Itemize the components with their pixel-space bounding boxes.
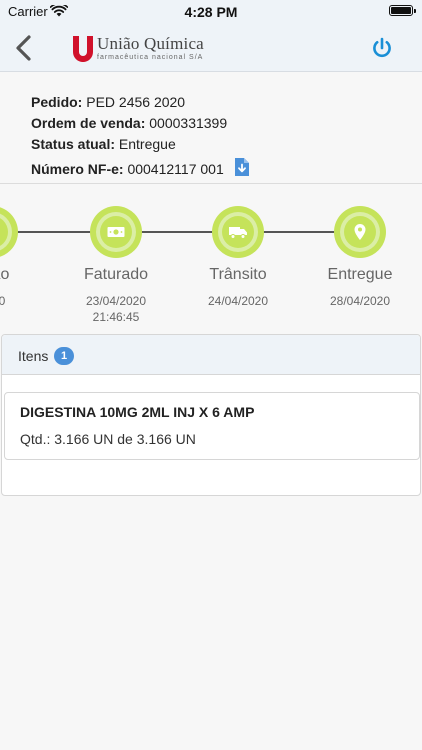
order-number-row: Pedido: PED 2456 2020 (31, 94, 185, 110)
nfe-number-label: Número NF-e: (31, 161, 124, 177)
logo-subtitle: farmacêutica nacional S/A (97, 54, 204, 61)
timeline-step-label: ação (0, 266, 10, 283)
timeline-step-label: Faturado (83, 266, 149, 283)
sales-order-row: Ordem de venda: 0000331399 (31, 115, 227, 131)
timeline-step-invoiced (90, 206, 142, 258)
timeline-step-time: :07 (0, 310, 52, 324)
order-number-value: PED 2456 2020 (86, 94, 186, 110)
timeline-step-time: 21:46:45 (92, 310, 140, 324)
sales-order-label: Ordem de venda: (31, 115, 146, 131)
uniao-quimica-logo-icon (73, 36, 93, 62)
chevron-left-icon (16, 35, 31, 61)
timeline-step-date: 23/04/2020 (85, 294, 147, 308)
back-button[interactable] (10, 32, 40, 64)
item-quantity: Qtd.: 3.166 UN de 3.166 UN (20, 431, 196, 447)
items-header: Itens 1 (2, 335, 420, 375)
timeline-step-date: 24/04/2020 (207, 294, 269, 308)
logout-button[interactable] (370, 36, 394, 60)
current-status-label: Status atual: (31, 136, 116, 152)
list-item[interactable]: DIGESTINA 10MG 2ML INJ X 6 AMP Qtd.: 3.1… (4, 392, 420, 460)
sales-order-value: 0000331399 (149, 115, 228, 131)
timeline-step-date: 28/04/2020 (329, 294, 391, 308)
timeline-line (0, 231, 360, 233)
status-bar: Carrier 4:28 PM (0, 0, 422, 24)
nav-bar: União Química farmacêutica nacional S/A (0, 24, 422, 72)
power-icon (373, 37, 391, 58)
nfe-number-row: Número NF-e: 000412117 001 (31, 157, 250, 177)
timeline-step-delivered (334, 206, 386, 258)
item-name: DIGESTINA 10MG 2ML INJ X 6 AMP (20, 404, 255, 420)
box-icon (0, 222, 2, 242)
timeline-step-transit (212, 206, 264, 258)
truck-icon (229, 227, 247, 239)
nfe-number-value: 000412117 001 (127, 161, 224, 177)
timeline-step-date: 2020 (0, 294, 6, 308)
battery-icon (389, 5, 416, 16)
status-time: 4:28 PM (184, 4, 238, 20)
logo: União Química farmacêutica nacional S/A (72, 35, 204, 65)
timeline-step-separation (0, 206, 18, 258)
items-panel: Itens 1 DIGESTINA 10MG 2ML INJ X 6 AMP Q… (1, 334, 421, 496)
timeline-step-label: Trânsito (209, 266, 267, 283)
file-download-icon[interactable] (234, 157, 250, 177)
current-status-row: Status atual: Entregue (31, 136, 176, 152)
order-info: Pedido: PED 2456 2020 Ordem de venda: 00… (0, 72, 422, 184)
logo-name: União Química (97, 34, 204, 53)
money-icon (107, 227, 125, 237)
order-timeline: ação 2020 :07 Faturado 23/04/2020 21:46:… (0, 185, 422, 335)
order-number-label: Pedido: (31, 94, 83, 110)
items-title: Itens (18, 348, 49, 364)
map-pin-icon (354, 224, 366, 240)
timeline-step-label: Entregue (327, 266, 393, 283)
items-count-badge: 1 (54, 347, 74, 365)
current-status-value: Entregue (118, 136, 176, 152)
